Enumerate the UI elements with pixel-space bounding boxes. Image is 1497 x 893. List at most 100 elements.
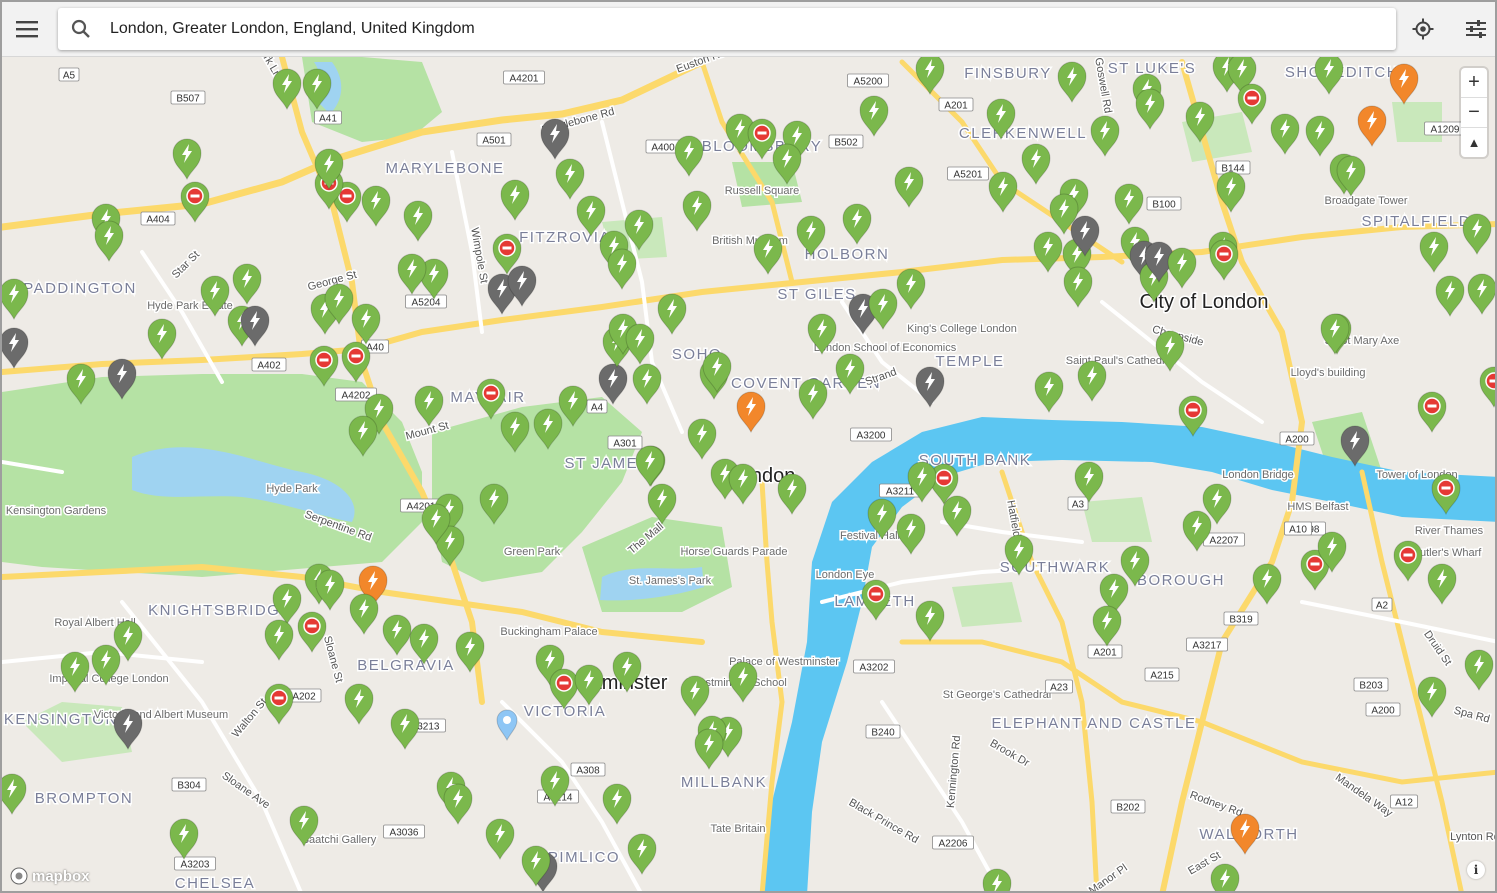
unavailable-bar bbox=[486, 391, 496, 395]
street-label: Lynton Rd bbox=[1450, 831, 1497, 843]
road-shield-label: A202 bbox=[292, 692, 316, 703]
district-label: BROMPTON bbox=[35, 790, 133, 807]
road-shield-label: A3203 bbox=[181, 860, 210, 871]
unavailable-bar bbox=[190, 194, 200, 198]
zoom-in-button[interactable]: + bbox=[1461, 68, 1487, 98]
road-shield-label: A201 bbox=[1093, 648, 1117, 659]
place-label: St George's Cathedral bbox=[943, 689, 1052, 701]
app-window: MARYLEBONEFITZROVIAFINSBURYST LUKE'SSHOR… bbox=[0, 0, 1497, 893]
road-shield-label: A404 bbox=[146, 215, 170, 226]
road-shield-label: A12 bbox=[1395, 798, 1413, 809]
mapbox-logo-text: mapbox bbox=[32, 867, 90, 885]
unavailable-bar bbox=[342, 194, 352, 198]
mapbox-logo[interactable]: mapbox bbox=[10, 867, 90, 885]
location-dot-icon bbox=[503, 716, 511, 724]
charging-station-pin[interactable] bbox=[1210, 863, 1240, 893]
place-label: London Eye bbox=[816, 569, 875, 581]
place-label: Broadgate Tower bbox=[1325, 195, 1408, 207]
search-bar[interactable] bbox=[58, 8, 1396, 50]
road-shield-label: A2207 bbox=[1210, 536, 1239, 547]
unavailable-bar bbox=[1427, 404, 1437, 408]
place-label: HMS Belfast bbox=[1287, 501, 1348, 513]
unavailable-bar bbox=[1489, 379, 1495, 383]
unavailable-bar bbox=[1188, 408, 1198, 412]
compass-icon: ▲ bbox=[1467, 135, 1481, 150]
road-shield-label: A5200 bbox=[854, 77, 883, 88]
place-label: King's College London bbox=[907, 323, 1017, 335]
place-label: Green Park bbox=[504, 546, 561, 558]
place-label: River Thames bbox=[1415, 525, 1484, 537]
road-shield-label: B304 bbox=[177, 781, 201, 792]
map-canvas[interactable]: MARYLEBONEFITZROVIAFINSBURYST LUKE'SSHOR… bbox=[2, 57, 1497, 893]
road-shield-label: A3211 bbox=[886, 487, 915, 498]
unavailable-bar bbox=[1247, 96, 1257, 100]
road-shield-label: A4201 bbox=[510, 74, 539, 85]
plus-icon: + bbox=[1468, 71, 1480, 93]
minus-icon: − bbox=[1468, 101, 1480, 123]
road-shield-label: B502 bbox=[834, 138, 858, 149]
unavailable-bar bbox=[307, 624, 317, 628]
road-shield-label: A201 bbox=[944, 101, 968, 112]
road-shield-label: A10 bbox=[1289, 525, 1307, 536]
district-label: MARYLEBONE bbox=[386, 160, 505, 177]
place-label: Russell Square bbox=[725, 185, 800, 197]
road-shield-label: B100 bbox=[1152, 200, 1176, 211]
district-label: CLERKENWELL bbox=[959, 125, 1087, 142]
place-label: London School of Economics bbox=[814, 342, 957, 354]
menu-icon bbox=[16, 21, 38, 38]
district-label: ST GILES bbox=[777, 286, 856, 303]
road-shield-label: B319 bbox=[1229, 615, 1253, 626]
road-shield-label: A1209 bbox=[1431, 125, 1460, 136]
road-shield-label: A4 bbox=[591, 403, 604, 414]
unavailable-bar bbox=[871, 592, 881, 596]
district-label: PIMLICO bbox=[548, 849, 620, 866]
district-label: FINSBURY bbox=[964, 65, 1052, 82]
charging-station-pin[interactable] bbox=[982, 868, 1012, 893]
place-label: Festival Hall bbox=[840, 530, 900, 542]
unavailable-bar bbox=[319, 358, 329, 362]
district-label: PADDINGTON bbox=[23, 280, 137, 297]
road-shield-label: A215 bbox=[1150, 671, 1174, 682]
attribution-info-button[interactable]: i bbox=[1467, 861, 1485, 879]
filter-settings-button[interactable] bbox=[1457, 10, 1495, 48]
place-label: Butler's Wharf bbox=[1413, 547, 1483, 559]
road-shield-label: A402 bbox=[257, 361, 281, 372]
unavailable-bar bbox=[559, 681, 569, 685]
place-label: St. James's Park bbox=[629, 575, 712, 587]
road-shield-label: A400 bbox=[651, 143, 675, 154]
district-label: BELGRAVIA bbox=[357, 657, 454, 674]
place-label: Hyde Park bbox=[266, 483, 318, 495]
place-label: Tate Britain bbox=[710, 823, 765, 835]
road-shield-label: A5204 bbox=[412, 298, 441, 309]
district-label: KNIGHTSBRIDGE bbox=[148, 602, 292, 619]
place-label: Horse Guards Parade bbox=[681, 546, 788, 558]
road-shield-label: A4202 bbox=[342, 391, 371, 402]
map-layer[interactable]: MARYLEBONEFITZROVIAFINSBURYST LUKE'SSHOR… bbox=[2, 57, 1497, 893]
search-input[interactable] bbox=[104, 20, 1310, 38]
mapbox-icon bbox=[10, 867, 28, 885]
road-shield-label: A5201 bbox=[954, 170, 983, 181]
zoom-out-button[interactable]: − bbox=[1461, 98, 1487, 128]
district-label: TEMPLE bbox=[935, 353, 1004, 370]
road-shield-label: A2206 bbox=[939, 839, 968, 850]
info-icon: i bbox=[1473, 863, 1479, 877]
top-bar bbox=[2, 2, 1495, 57]
road-shield-label: A23 bbox=[1050, 683, 1068, 694]
place-label: Kensington Gardens bbox=[6, 505, 107, 517]
road-shield-label: B507 bbox=[176, 94, 200, 105]
district-label: CHELSEA bbox=[175, 875, 256, 892]
menu-button[interactable] bbox=[8, 10, 46, 48]
locate-me-button[interactable] bbox=[1404, 10, 1442, 48]
road-shield-label: A3200 bbox=[857, 431, 886, 442]
compass-button[interactable]: ▲ bbox=[1461, 128, 1487, 157]
road-shield-label: A501 bbox=[482, 136, 506, 147]
place-label: Lloyd's building bbox=[1291, 367, 1366, 379]
road-shield-label: A3217 bbox=[1193, 641, 1222, 652]
district-label: MILLBANK bbox=[681, 774, 767, 791]
crosshair-icon bbox=[1412, 18, 1434, 40]
unavailable-bar bbox=[274, 696, 284, 700]
zoom-controls: + − ▲ bbox=[1461, 68, 1487, 157]
road-shield-label: A200 bbox=[1371, 706, 1395, 717]
road-shield-label: B203 bbox=[1359, 681, 1383, 692]
place-label: Saatchi Gallery bbox=[302, 834, 377, 846]
